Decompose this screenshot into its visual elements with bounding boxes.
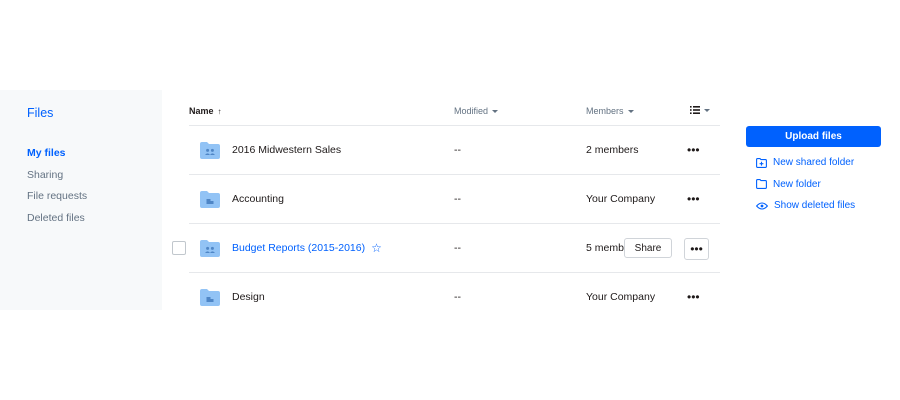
shared-folder-icon	[200, 239, 220, 257]
team-folder-icon	[200, 190, 220, 208]
chevron-down-icon	[627, 109, 634, 113]
file-name[interactable]: 2016 Midwestern Sales	[232, 126, 341, 174]
members-value: Your Company	[586, 291, 656, 303]
actions-panel: Upload files New shared folder New folde…	[746, 126, 881, 217]
modified-value: --	[454, 193, 461, 205]
modified-value: --	[454, 291, 461, 303]
file-table: Name ↑ Modified Members 2016 Midwestern …	[172, 100, 720, 321]
more-options-icon[interactable]: •••	[687, 193, 700, 205]
table-row[interactable]: Design -- Your Company •••	[189, 273, 720, 321]
row-checkbox[interactable]	[172, 241, 186, 255]
sidebar-item-deleted-files[interactable]: Deleted files	[27, 211, 87, 233]
file-name[interactable]: Accounting	[232, 175, 284, 223]
sidebar-item-file-requests[interactable]: File requests	[27, 189, 87, 211]
chevron-down-icon	[704, 108, 710, 112]
table-row[interactable]: Budget Reports (2015-2016) ☆ -- 5 member…	[172, 224, 720, 273]
sidebar-title[interactable]: Files	[27, 106, 53, 120]
more-options-icon: •••	[690, 242, 703, 256]
sidebar: Files My files Sharing File requests Del…	[0, 90, 162, 310]
sidebar-item-sharing[interactable]: Sharing	[27, 168, 87, 190]
sidebar-nav: My files Sharing File requests Deleted f…	[27, 146, 87, 232]
modified-value: --	[454, 144, 461, 156]
file-name[interactable]: Budget Reports (2015-2016) ☆	[232, 224, 382, 272]
table-header: Name ↑ Modified Members	[189, 100, 720, 126]
team-folder-icon	[200, 288, 220, 306]
eye-icon	[756, 202, 768, 210]
star-icon[interactable]: ☆	[371, 242, 382, 254]
modified-value: --	[454, 242, 461, 254]
table-row[interactable]: Accounting -- Your Company •••	[189, 175, 720, 224]
file-name[interactable]: Design	[232, 273, 265, 321]
sort-ascending-icon: ↑	[217, 106, 222, 116]
view-options-button[interactable]	[690, 106, 710, 114]
list-view-icon	[690, 106, 700, 114]
table-row[interactable]: 2016 Midwestern Sales -- 2 members •••	[189, 126, 720, 175]
more-options-icon[interactable]: •••	[687, 291, 700, 303]
column-header-name[interactable]: Name ↑	[189, 106, 222, 116]
column-header-members[interactable]: Members	[586, 106, 634, 116]
new-folder-link[interactable]: New folder	[746, 174, 881, 196]
share-button[interactable]: Share	[624, 238, 672, 258]
chevron-down-icon	[492, 109, 499, 113]
more-options-icon[interactable]: •••	[687, 144, 700, 156]
members-value: Your Company	[586, 193, 656, 205]
members-value: 2 members	[586, 144, 639, 156]
new-shared-folder-icon	[756, 157, 767, 168]
new-shared-folder-link[interactable]: New shared folder	[746, 152, 881, 174]
sidebar-item-my-files[interactable]: My files	[27, 146, 87, 168]
folder-icon	[756, 179, 767, 190]
members-value: 5 members	[586, 242, 624, 254]
shared-folder-icon	[200, 141, 220, 159]
more-options-button[interactable]: •••	[684, 238, 709, 260]
column-header-modified[interactable]: Modified	[454, 106, 499, 116]
upload-files-button[interactable]: Upload files	[746, 126, 881, 147]
show-deleted-files-link[interactable]: Show deleted files	[746, 195, 881, 217]
